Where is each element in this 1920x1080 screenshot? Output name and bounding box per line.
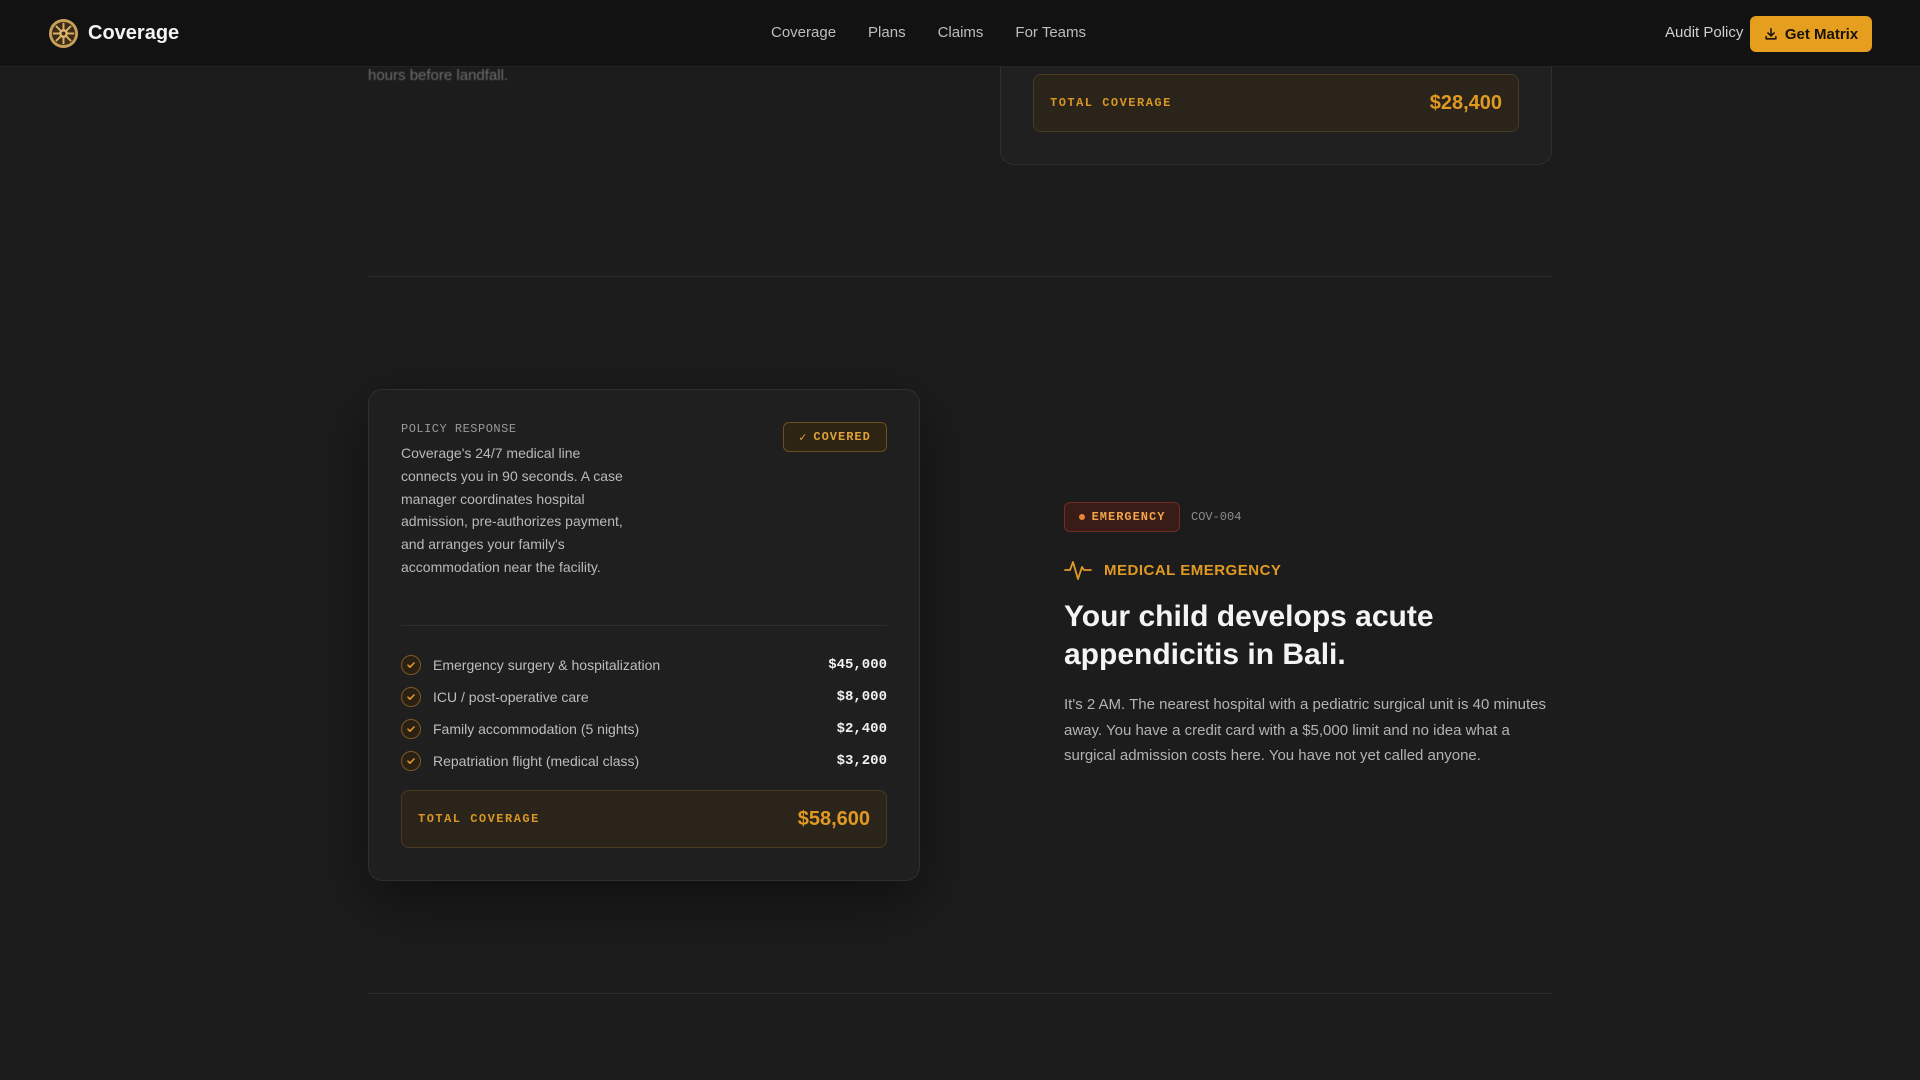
- brand-name: Coverage: [88, 22, 180, 44]
- policy-response-card: POLICY RESPONSE Coverage's 24/7 medical …: [368, 389, 920, 881]
- audit-policy-link[interactable]: Audit Policy: [1665, 24, 1743, 41]
- section-divider: [368, 276, 1552, 277]
- brand-logo-icon: [48, 18, 79, 49]
- status-dot-icon: [1078, 514, 1085, 520]
- total-coverage-value: $58,600: [797, 807, 870, 830]
- nav-link-coverage[interactable]: Coverage: [771, 24, 836, 41]
- scenario-category: MEDICAL EMERGENCY: [1064, 557, 1281, 583]
- covered-badge-label: COVERED: [813, 430, 871, 444]
- checkmark-icon: ✓: [799, 430, 808, 445]
- coverage-item-label: Emergency surgery & hospitalization: [433, 657, 661, 673]
- scenario-body: It's 2 AM. The nearest hospital with a p…: [1064, 696, 1546, 764]
- nav-link-for-teams[interactable]: For Teams: [1015, 24, 1086, 41]
- policy-response-description: Coverage's 24/7 medical line connects yo…: [401, 445, 623, 575]
- coverage-item: ICU / post-operative care $8,000: [401, 681, 887, 713]
- previous-total-coverage: TOTAL COVERAGE $28,400: [1033, 74, 1519, 132]
- card-divider: [401, 625, 887, 626]
- coverage-item-amount: $3,200: [836, 753, 887, 769]
- scenario-headline: Your child develops acute appendicitis i…: [1064, 600, 1434, 671]
- coverage-item-amount: $8,000: [836, 689, 887, 705]
- coverage-item-amount: $45,000: [828, 657, 887, 673]
- check-circle-icon: [401, 687, 421, 707]
- check-circle-icon: [401, 719, 421, 739]
- coverage-item-amount: $2,400: [836, 721, 887, 737]
- check-circle-icon: [401, 751, 421, 771]
- coverage-item-label: ICU / post-operative care: [433, 689, 589, 705]
- coverage-item: Emergency surgery & hospitalization $45,…: [401, 649, 887, 681]
- get-matrix-label: Get Matrix: [1784, 25, 1859, 43]
- coverage-item-list: Emergency surgery & hospitalization $45,…: [401, 649, 887, 777]
- total-coverage-box: TOTAL COVERAGE $58,600: [401, 790, 887, 848]
- pulse-icon: [1064, 561, 1092, 580]
- check-circle-icon: [401, 655, 421, 675]
- download-icon: [1765, 27, 1777, 40]
- coverage-item: Family accommodation (5 nights) $2,400: [401, 713, 887, 745]
- coverage-item: Repatriation flight (medical class) $3,2…: [401, 745, 887, 777]
- scenario-category-label: MEDICAL EMERGENCY: [1104, 561, 1282, 579]
- previous-scenario-text: hours before landfall.: [368, 67, 509, 84]
- scenario-id: COV-004: [1191, 510, 1242, 524]
- coverage-item-label: Repatriation flight (medical class): [433, 753, 640, 769]
- total-coverage-label: TOTAL COVERAGE: [1050, 96, 1172, 110]
- total-coverage-value: $28,400: [1429, 91, 1502, 114]
- main-nav: Coverage Plans Claims For Teams: [771, 24, 1086, 41]
- section-divider: [368, 993, 1552, 994]
- covered-status-badge: ✓ COVERED: [783, 422, 887, 452]
- emergency-tag: EMERGENCY: [1064, 502, 1180, 532]
- policy-response-label: POLICY RESPONSE: [401, 422, 517, 436]
- emergency-tag-label: EMERGENCY: [1091, 510, 1166, 524]
- coverage-item-label: Family accommodation (5 nights): [433, 721, 640, 737]
- brand-home-link[interactable]: Coverage: [48, 18, 179, 49]
- total-coverage-label: TOTAL COVERAGE: [418, 812, 540, 826]
- nav-link-plans[interactable]: Plans: [868, 24, 906, 41]
- top-navbar: Coverage Coverage Plans Claims For Teams…: [0, 0, 1920, 67]
- get-matrix-button[interactable]: Get Matrix: [1750, 16, 1872, 52]
- nav-link-claims[interactable]: Claims: [938, 24, 984, 41]
